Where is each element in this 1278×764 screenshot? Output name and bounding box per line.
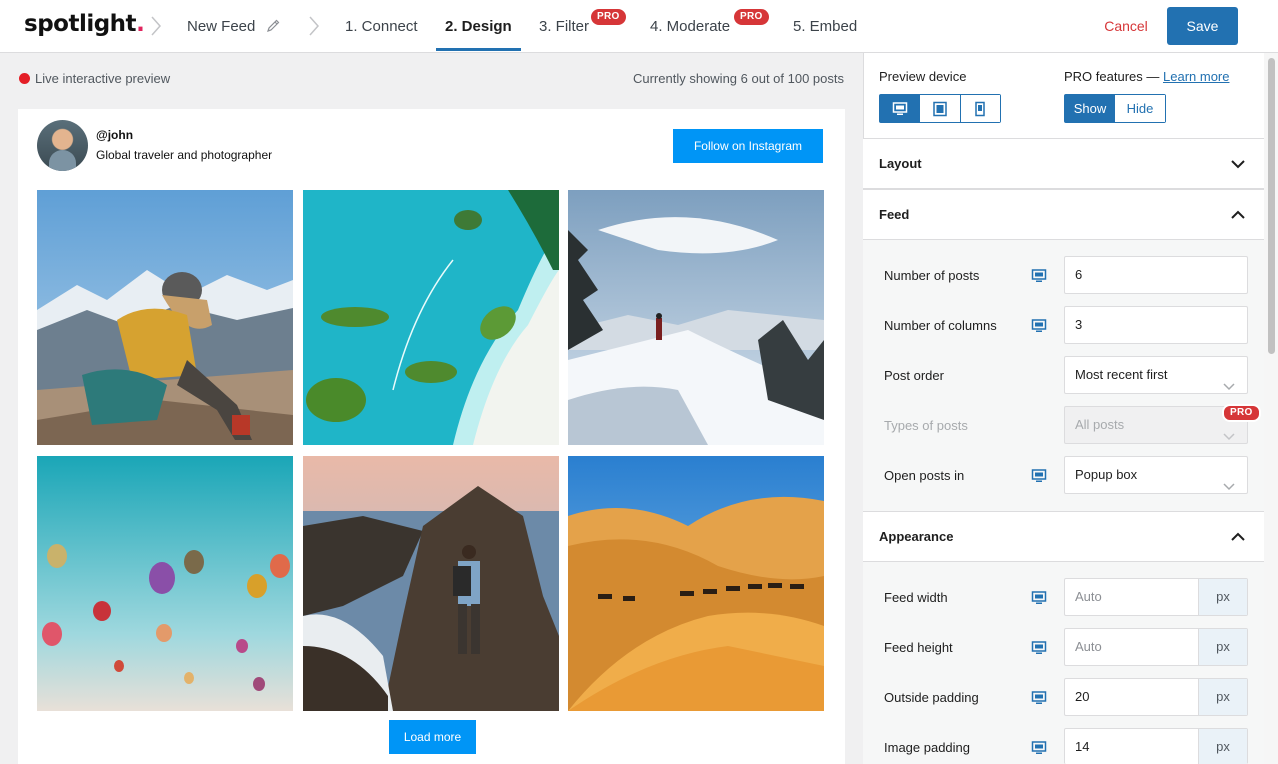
chevron-up-icon xyxy=(1230,207,1246,223)
desktop-icon xyxy=(892,101,907,115)
follow-on-instagram-button[interactable]: Follow on Instagram xyxy=(673,129,823,163)
chevron-down-icon xyxy=(1230,156,1246,172)
posts-count-text: Currently showing 6 out of 100 posts xyxy=(632,71,844,86)
px-unit-label: px xyxy=(1198,729,1247,764)
step-filter[interactable]: 3. Filter xyxy=(539,0,589,53)
tablet-device-button[interactable] xyxy=(920,95,961,122)
px-unit-label: px xyxy=(1198,579,1247,615)
pro-badge: PRO xyxy=(1222,404,1261,422)
post-order-label: Post order xyxy=(884,368,944,383)
pencil-icon[interactable] xyxy=(266,18,281,33)
px-unit-label: px xyxy=(1198,629,1247,665)
feed-post[interactable] xyxy=(37,190,293,445)
chevron-down-icon xyxy=(1223,370,1235,391)
post-order-value: Most recent first xyxy=(1075,367,1168,382)
post-order-select[interactable]: Most recent first xyxy=(1064,356,1248,394)
desktop-icon[interactable] xyxy=(1031,268,1047,284)
desktop-icon[interactable] xyxy=(1031,640,1047,656)
spotlight-logo[interactable]: spotlight. xyxy=(24,11,145,37)
desktop-device-button[interactable] xyxy=(880,95,921,122)
feed-height-label: Feed height xyxy=(884,640,953,655)
open-posts-in-select[interactable]: Popup box xyxy=(1064,456,1248,494)
chevron-up-icon xyxy=(1230,529,1246,545)
cancel-button[interactable]: Cancel xyxy=(1094,8,1158,44)
top-bar: spotlight. New Feed 1. Connect 2. Design… xyxy=(0,0,1278,53)
image-padding-label: Image padding xyxy=(884,740,971,755)
live-dot-icon xyxy=(19,73,30,84)
layout-section-header[interactable]: Layout xyxy=(863,138,1264,189)
desktop-icon[interactable] xyxy=(1031,690,1047,706)
learn-more-link[interactable]: Learn more xyxy=(1163,69,1229,84)
open-posts-in-label: Open posts in xyxy=(884,468,965,483)
tablet-icon xyxy=(933,101,947,116)
step-embed[interactable]: 5. Embed xyxy=(793,0,857,53)
preview-device-selector xyxy=(879,94,1001,123)
load-more-button[interactable]: Load more xyxy=(389,720,476,754)
feed-width-label: Feed width xyxy=(884,590,948,605)
pro-badge: PRO xyxy=(734,9,769,25)
pro-badge: PRO xyxy=(591,9,626,25)
number-of-columns-input[interactable]: 3 xyxy=(1064,306,1248,344)
scrollbar-thumb[interactable] xyxy=(1268,58,1275,354)
types-of-posts-select: All posts xyxy=(1064,406,1248,444)
show-pro-button[interactable]: Show xyxy=(1065,95,1115,122)
open-posts-in-value: Popup box xyxy=(1075,467,1138,482)
feed-width-input[interactable]: Auto px xyxy=(1064,578,1248,616)
step-design[interactable]: 2. Design xyxy=(436,0,521,53)
types-of-posts-label: Types of posts xyxy=(884,418,968,433)
outside-padding-label: Outside padding xyxy=(884,690,979,705)
hide-pro-button[interactable]: Hide xyxy=(1115,95,1165,122)
desktop-icon[interactable] xyxy=(1031,318,1047,334)
pro-features-toggle: Show Hide xyxy=(1064,94,1166,123)
live-preview-indicator: Live interactive preview xyxy=(19,71,170,86)
desktop-icon[interactable] xyxy=(1031,740,1047,756)
outside-padding-value: 20 xyxy=(1075,689,1090,704)
pro-features-label: PRO features — Learn more xyxy=(1064,69,1230,84)
desktop-icon[interactable] xyxy=(1031,590,1047,606)
avatar[interactable] xyxy=(37,120,88,171)
feed-post[interactable] xyxy=(568,456,824,711)
profile-bio: Global traveler and photographer xyxy=(96,148,273,162)
px-unit-label: px xyxy=(1198,679,1247,715)
number-of-columns-label: Number of columns xyxy=(884,318,997,333)
section-title: Layout xyxy=(879,156,922,171)
section-title: Appearance xyxy=(879,529,954,544)
feed-post[interactable] xyxy=(568,190,824,445)
preview-device-label: Preview device xyxy=(879,69,967,84)
feed-height-placeholder: Auto xyxy=(1075,639,1102,654)
image-padding-input[interactable]: 14 px xyxy=(1064,728,1248,764)
chevron-right-icon xyxy=(149,14,163,38)
save-button[interactable]: Save xyxy=(1167,7,1238,45)
phone-icon xyxy=(975,101,986,116)
feed-post[interactable] xyxy=(37,456,293,711)
section-title: Feed xyxy=(879,207,910,222)
feed-width-placeholder: Auto xyxy=(1075,589,1102,604)
feed-post[interactable] xyxy=(303,456,559,711)
chevron-right-icon xyxy=(307,14,321,38)
feed-post[interactable] xyxy=(303,190,559,445)
desktop-icon[interactable] xyxy=(1031,468,1047,484)
appearance-section-header[interactable]: Appearance xyxy=(863,511,1264,562)
outside-padding-input[interactable]: 20 px xyxy=(1064,678,1248,716)
feed-name[interactable]: New Feed xyxy=(187,0,255,53)
profile-username[interactable]: @john xyxy=(96,128,133,142)
number-of-posts-input[interactable]: 6 xyxy=(1064,256,1248,294)
phone-device-button[interactable] xyxy=(960,95,1000,122)
step-moderate[interactable]: 4. Moderate xyxy=(650,0,730,53)
types-of-posts-value: All posts xyxy=(1075,417,1125,432)
image-padding-value: 14 xyxy=(1075,739,1090,754)
feed-height-input[interactable]: Auto px xyxy=(1064,628,1248,666)
chevron-down-icon xyxy=(1223,470,1235,491)
feed-section-header[interactable]: Feed xyxy=(863,189,1264,240)
number-of-posts-label: Number of posts xyxy=(884,268,980,283)
step-connect[interactable]: 1. Connect xyxy=(345,0,418,53)
